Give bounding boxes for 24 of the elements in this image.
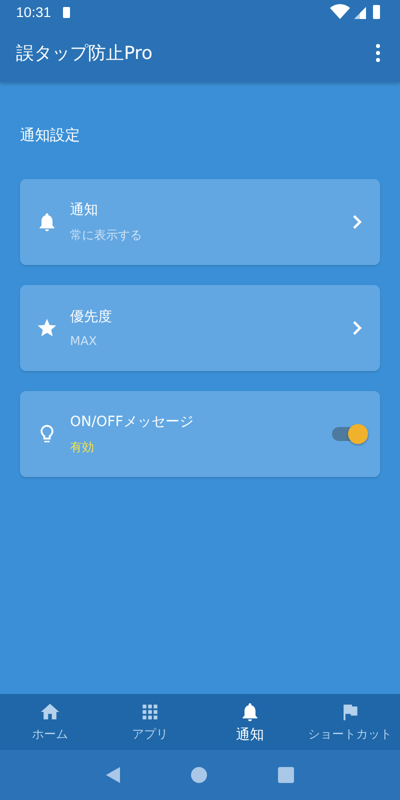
recents-icon[interactable] [278, 767, 294, 783]
nav-tab[interactable]: ホーム [0, 694, 100, 750]
status-time: 10:31 [16, 4, 52, 20]
sim-icon [63, 6, 70, 18]
setting-value: MAX [70, 334, 98, 348]
nav-tab[interactable]: 通知 [200, 694, 300, 750]
home-circle-icon[interactable] [190, 767, 207, 783]
setting-card[interactable]: 通知 常に表示する [20, 179, 380, 265]
setting-card[interactable]: ON/OFFメッセージ 有効 [20, 391, 380, 477]
setting-value: 常に表示する [70, 226, 143, 244]
status-icons [330, 3, 382, 21]
more-options-icon[interactable] [376, 44, 380, 62]
back-icon[interactable] [106, 767, 120, 783]
setting-card[interactable]: 優先度 MAX [20, 285, 380, 371]
setting-title: 通知 [70, 200, 99, 218]
app-title: 誤タップ防止Pro [16, 42, 153, 65]
nav-tab[interactable]: アプリ [100, 694, 200, 750]
setting-title: ON/OFFメッセージ [70, 412, 194, 430]
star-icon [36, 317, 58, 339]
setting-title: 優先度 [70, 308, 113, 326]
setting-value: 有効 [70, 438, 95, 456]
toggle-switch[interactable] [332, 427, 366, 441]
section-title: 通知設定 [20, 126, 81, 145]
nav-tab[interactable]: ショートカット [300, 694, 400, 750]
